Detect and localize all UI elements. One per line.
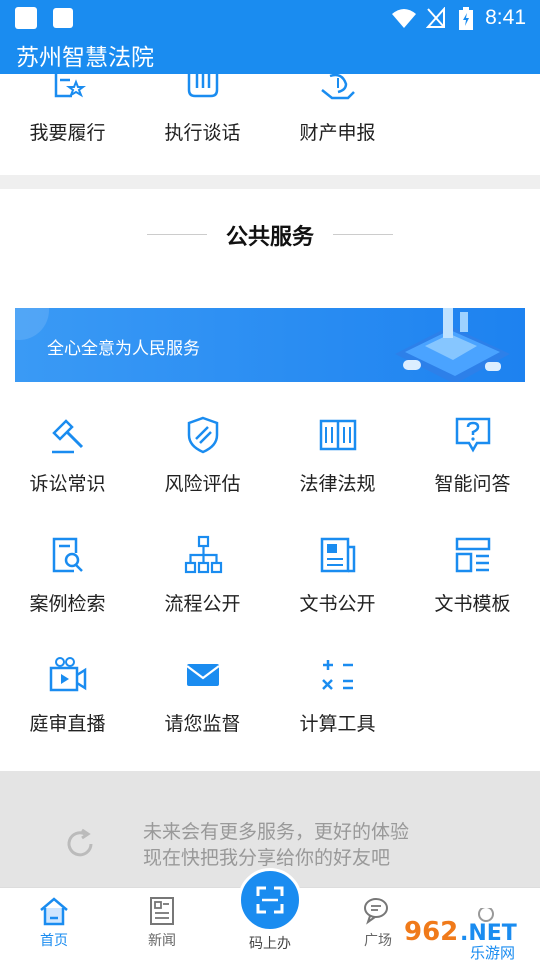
public-services-card: 公共服务 全心全意为人民服务 诉讼常识 风险评估 法律法规 智能问答 案例检索 … <box>0 189 540 771</box>
service-label: 财产申报 <box>299 122 376 144</box>
section-title: 公共服务 <box>225 225 314 250</box>
status-bar: 8:41 <box>0 0 540 36</box>
service-label: 诉讼常识 <box>29 473 106 495</box>
watermark-logo: 962 .NET 乐游网 <box>404 908 517 960</box>
nav-label: 首页 <box>40 933 68 949</box>
svg-text:.NET: .NET <box>460 921 517 946</box>
service-label: 案例检索 <box>29 593 106 615</box>
microphone-icon <box>187 74 218 98</box>
service-label: 执行谈话 <box>164 122 241 144</box>
service-label: 流程公开 <box>164 593 241 615</box>
newspaper-icon <box>320 537 355 573</box>
service-item-supervise[interactable]: 请您监督 <box>135 655 270 736</box>
service-item-qa[interactable]: 智能问答 <box>405 415 540 496</box>
service-item-litigation[interactable]: 诉讼常识 <box>0 415 135 496</box>
svg-text:乐游网: 乐游网 <box>470 944 515 960</box>
service-item-talk[interactable]: 执行谈话 <box>135 74 270 145</box>
calculator-icon <box>321 660 353 690</box>
battery-icon <box>459 7 473 30</box>
service-label: 智能问答 <box>434 473 511 495</box>
page-title: 苏州智慧法院 <box>16 45 154 71</box>
service-item-process[interactable]: 流程公开 <box>135 535 270 616</box>
notification-icon <box>15 7 37 29</box>
service-label: 我要履行 <box>29 122 106 144</box>
service-item-fulfill[interactable]: 我要履行 <box>0 74 135 145</box>
svg-text:962: 962 <box>404 917 458 947</box>
bottom-nav: 首页 新闻 码上办 广场 962 .NET 乐游网 <box>0 868 540 960</box>
divider <box>333 234 393 235</box>
chat-icon <box>364 898 388 925</box>
nav-news[interactable]: 新闻 <box>122 896 202 950</box>
banner-decoration <box>15 308 49 340</box>
envelope-icon <box>185 664 220 686</box>
service-item-trial-live[interactable]: 庭审直播 <box>0 655 135 736</box>
service-item-law[interactable]: 法律法规 <box>270 415 405 496</box>
service-item-risk[interactable]: 风险评估 <box>135 415 270 496</box>
clock: 8:41 <box>485 6 526 29</box>
scan-icon <box>256 886 284 914</box>
service-item-calculator[interactable]: 计算工具 <box>270 655 405 736</box>
banner-text: 全心全意为人民服务 <box>47 339 200 359</box>
question-bubble-icon <box>455 417 490 453</box>
template-icon <box>455 537 490 573</box>
service-label: 庭审直播 <box>29 713 106 735</box>
refresh-icon <box>67 828 93 857</box>
service-label: 文书公开 <box>299 593 376 615</box>
app-header: 苏州智慧法院 <box>0 36 540 74</box>
news-icon <box>150 897 174 925</box>
scan-button[interactable] <box>238 868 302 932</box>
service-label: 法律法规 <box>299 473 376 495</box>
service-label: 文书模板 <box>434 593 511 615</box>
nav-label: 新闻 <box>148 933 176 949</box>
video-camera-icon <box>49 657 86 692</box>
share-message: 未来会有更多服务，更好的体验 现在快把我分享给你的好友吧 <box>143 819 409 871</box>
gavel-icon <box>51 419 83 454</box>
service-label: 计算工具 <box>299 713 376 735</box>
service-item-case-search[interactable]: 案例检索 <box>0 535 135 616</box>
home-icon <box>40 897 68 926</box>
no-signal-icon <box>426 7 445 28</box>
share-message-line: 未来会有更多服务，更好的体验 <box>143 821 410 843</box>
flowchart-icon <box>184 535 222 574</box>
document-search-icon <box>52 537 83 573</box>
document-star-icon <box>54 74 86 98</box>
nav-home[interactable]: 首页 <box>14 896 94 950</box>
share-message-line: 现在快把我分享给你的好友吧 <box>143 847 391 869</box>
service-item-doc-public[interactable]: 文书公开 <box>270 535 405 616</box>
service-label: 风险评估 <box>164 473 241 495</box>
execution-card: 我要履行 执行谈话 财产申报 <box>0 74 540 175</box>
isometric-illustration <box>395 308 510 382</box>
nav-label: 广场 <box>364 933 392 949</box>
service-banner[interactable]: 全心全意为人民服务 <box>15 308 525 382</box>
wifi-icon <box>392 9 416 28</box>
service-item-doc-template[interactable]: 文书模板 <box>405 535 540 616</box>
shield-icon <box>187 416 218 454</box>
book-icon <box>319 419 356 451</box>
money-hand-icon <box>320 74 355 100</box>
service-item-property[interactable]: 财产申报 <box>270 74 405 145</box>
notification-icon <box>53 8 73 28</box>
nav-label: 码上办 <box>249 936 291 952</box>
service-label: 请您监督 <box>164 713 241 735</box>
